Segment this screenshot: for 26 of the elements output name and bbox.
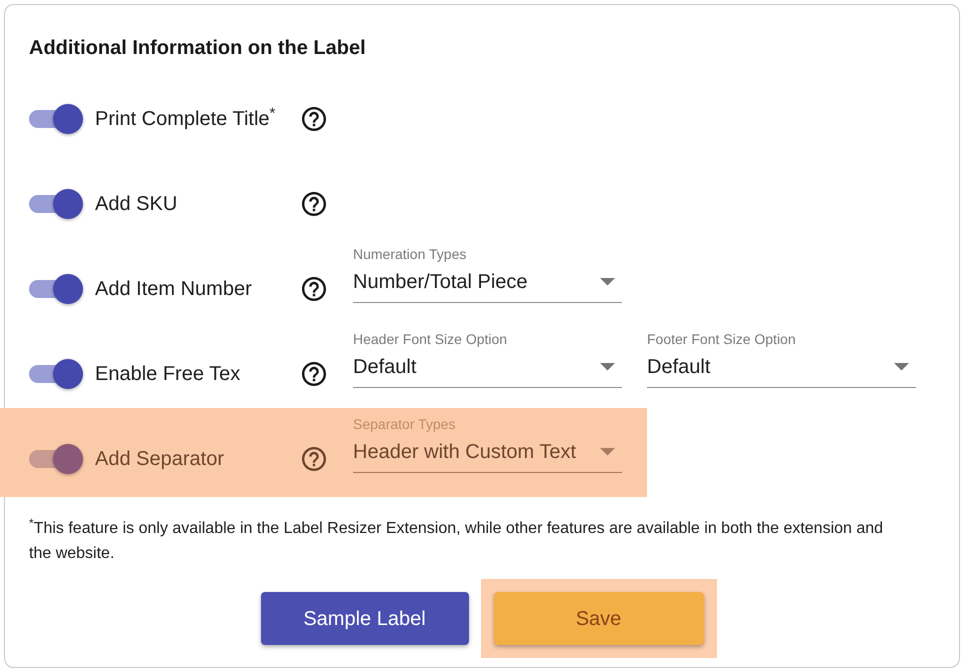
caret-icon — [894, 363, 909, 371]
option-label: Print Complete Title$^{*}$ — [95, 105, 276, 132]
option-label: Add SKU — [95, 192, 178, 217]
help-icon[interactable] — [302, 192, 326, 216]
option-label: Add Separator — [95, 447, 225, 472]
footnote-text: $^{*}$This feature is only available in the Label Resizer Extension, while other features are available in both the extension and the website. — [29, 516, 884, 564]
caret-icon — [600, 448, 615, 456]
panel-title: Additional Information on the Label — [29, 36, 366, 61]
select-field[interactable]: Header Font Size Option Default — [353, 329, 622, 388]
toggle-switch[interactable] — [29, 104, 83, 134]
caret-icon — [600, 363, 615, 371]
sample-button[interactable]: Sample Label — [260, 592, 468, 645]
select-field[interactable]: Footer Font Size Option Default — [647, 329, 916, 388]
toggle-switch[interactable] — [29, 359, 83, 389]
toggle-switch[interactable] — [29, 189, 83, 219]
help-icon[interactable] — [302, 277, 326, 301]
help-icon[interactable] — [302, 362, 326, 386]
select-field[interactable]: Separator Types Header with Custom Text — [353, 414, 622, 473]
save-button[interactable]: Save — [494, 592, 704, 645]
toggle-switch[interactable] — [29, 444, 83, 474]
help-icon[interactable] — [302, 107, 326, 131]
option-label: Add Item Number — [95, 277, 253, 302]
caret-icon — [600, 278, 615, 286]
toggle-switch[interactable] — [29, 274, 83, 304]
select-field[interactable]: Numeration Types Number/Total Piece — [353, 244, 622, 303]
option-label: Enable Free Tex — [95, 362, 242, 387]
